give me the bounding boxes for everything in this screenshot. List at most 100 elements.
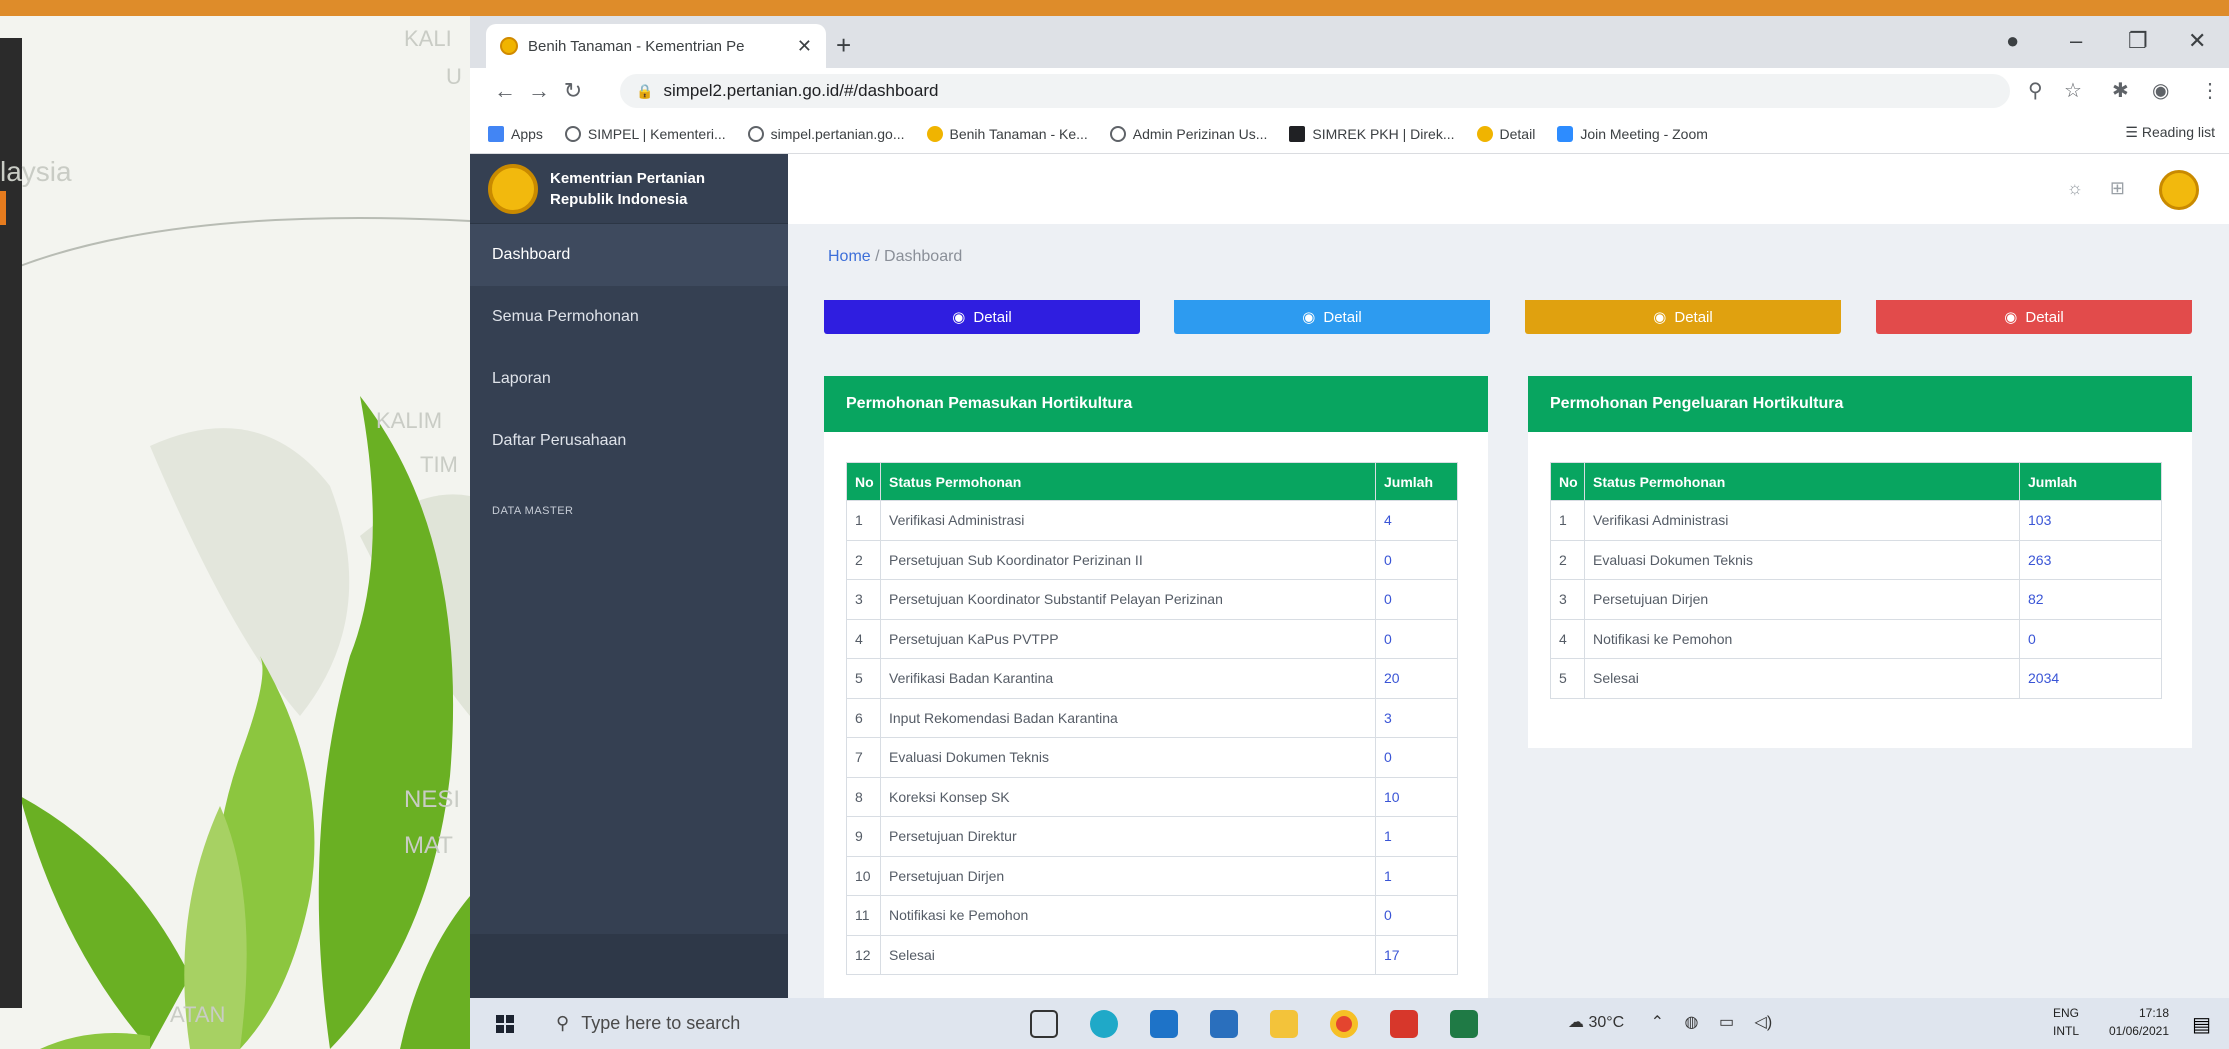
volume-icon[interactable]: ◁) bbox=[1755, 1014, 1773, 1031]
row-count[interactable]: 263 bbox=[2019, 539, 2162, 580]
back-icon[interactable]: ← bbox=[492, 78, 518, 104]
row-number: 4 bbox=[1550, 618, 1585, 659]
row-count[interactable]: 103 bbox=[2019, 500, 2162, 541]
taskbar-search[interactable]: ⚲ Type here to search bbox=[556, 1013, 740, 1034]
tab-strip: Benih Tanaman - Kementrian Pe ✕ + ● – ❐ … bbox=[470, 16, 2229, 68]
breadcrumb-home[interactable]: Home bbox=[828, 248, 871, 265]
row-count[interactable]: 0 bbox=[1375, 895, 1458, 936]
grid-menu-icon[interactable]: ⊞ bbox=[2110, 178, 2125, 199]
row-number: 3 bbox=[846, 579, 881, 620]
row-count[interactable]: 0 bbox=[1375, 618, 1458, 659]
zoom-icon[interactable]: ⚲ bbox=[2028, 78, 2043, 103]
maximize-button[interactable]: ❐ bbox=[2128, 28, 2148, 54]
detail-button[interactable]: ◉ Detail bbox=[1876, 300, 2192, 334]
close-tab-icon[interactable]: ✕ bbox=[797, 36, 812, 57]
profile-avatar-icon[interactable]: ◉ bbox=[2152, 78, 2169, 103]
chrome-icon[interactable] bbox=[1330, 1010, 1358, 1038]
menu-icon[interactable]: ⋮ bbox=[2200, 78, 2220, 103]
detail-button[interactable]: ◉ Detail bbox=[1525, 300, 1841, 334]
map-label: MAT bbox=[404, 832, 453, 859]
bookmark-item[interactable]: Join Meeting - Zoom bbox=[1557, 125, 1708, 142]
breadcrumb: Home / Dashboard bbox=[828, 248, 962, 266]
browser-toolbar: ← → ↻ 🔒 simpel2.pertanian.go.id/#/dashbo… bbox=[470, 68, 2229, 114]
tray-chevron-icon[interactable]: ⌃ bbox=[1651, 1014, 1664, 1031]
language-indicator[interactable]: ENG INTL bbox=[2053, 1004, 2079, 1040]
bookmark-item[interactable]: Detail bbox=[1476, 125, 1535, 142]
network-icon[interactable]: ◍ bbox=[1685, 1014, 1699, 1031]
column-header: No bbox=[846, 462, 881, 501]
row-status: Evaluasi Dokumen Teknis bbox=[1584, 539, 2020, 580]
row-count[interactable]: 1 bbox=[1375, 816, 1458, 857]
map-label: KALI bbox=[404, 26, 452, 51]
detail-button[interactable]: ◉ Detail bbox=[1174, 300, 1490, 334]
new-tab-button[interactable]: + bbox=[836, 30, 851, 61]
forward-icon[interactable]: → bbox=[526, 78, 552, 104]
bookmark-item[interactable]: Admin Perizinan Us... bbox=[1109, 125, 1267, 142]
sidebar-item-dashboard[interactable]: Dashboard bbox=[470, 224, 788, 286]
theme-toggle-icon[interactable]: ☼ bbox=[2067, 178, 2084, 199]
row-count[interactable]: 1 bbox=[1375, 855, 1458, 896]
sidebar-item-semua-permohonan[interactable]: Semua Permohonan bbox=[470, 286, 788, 348]
web-app: Kementrian Pertanian Republik Indonesia … bbox=[470, 154, 2229, 998]
eye-icon: ◉ bbox=[952, 309, 966, 326]
extensions-icon[interactable]: ✱ bbox=[2112, 78, 2129, 103]
weather-icon[interactable]: ☁ bbox=[1568, 1014, 1588, 1031]
eye-icon: ◉ bbox=[1653, 309, 1667, 326]
detail-button[interactable]: ◉ Detail bbox=[824, 300, 1140, 334]
bookmark-item[interactable]: Benih Tanaman - Ke... bbox=[926, 125, 1088, 142]
notifications-icon[interactable]: ▤ bbox=[2192, 1012, 2211, 1037]
row-count[interactable]: 2034 bbox=[2019, 658, 2162, 699]
search-placeholder: Type here to search bbox=[581, 1013, 741, 1033]
card-title: Permohonan Pemasukan Hortikultura bbox=[824, 376, 1488, 432]
table-row: 12 Selesai 17 bbox=[846, 934, 1458, 975]
battery-icon[interactable]: ▭ bbox=[1719, 1014, 1734, 1031]
store-icon[interactable] bbox=[1150, 1010, 1178, 1038]
brand-line-2: Republik Indonesia bbox=[550, 190, 688, 208]
row-status: Selesai bbox=[880, 934, 1376, 975]
sidebar-item-daftar-perusahaan[interactable]: Daftar Perusahaan bbox=[470, 410, 788, 472]
row-number: 10 bbox=[846, 855, 881, 896]
row-count[interactable]: 0 bbox=[1375, 737, 1458, 778]
windows-start-icon[interactable] bbox=[496, 1014, 514, 1033]
bookmark-item[interactable]: SIMREK PKH | Direk... bbox=[1289, 125, 1455, 142]
row-count[interactable]: 0 bbox=[2019, 618, 2162, 659]
reload-icon[interactable]: ↻ bbox=[560, 78, 586, 104]
row-count[interactable]: 4 bbox=[1375, 500, 1458, 541]
row-count[interactable]: 10 bbox=[1375, 776, 1458, 817]
user-avatar[interactable] bbox=[2159, 170, 2199, 210]
pdf-reader-icon[interactable] bbox=[1390, 1010, 1418, 1038]
file-explorer-icon[interactable] bbox=[1270, 1010, 1298, 1038]
row-status: Persetujuan Koordinator Substantif Pelay… bbox=[880, 579, 1376, 620]
row-number: 7 bbox=[846, 737, 881, 778]
task-view-icon[interactable] bbox=[1030, 1010, 1058, 1038]
column-header: No bbox=[1550, 462, 1585, 501]
row-status: Koreksi Konsep SK bbox=[880, 776, 1376, 817]
profile-icon[interactable]: ● bbox=[2006, 28, 2019, 54]
address-bar[interactable]: 🔒 simpel2.pertanian.go.id/#/dashboard bbox=[620, 74, 2010, 108]
system-tray: ☁ 30°C ⌃ ◍ ▭ ◁) bbox=[1568, 1012, 1772, 1032]
close-window-button[interactable]: ✕ bbox=[2188, 28, 2206, 54]
row-number: 9 bbox=[846, 816, 881, 857]
bookmark-item[interactable]: Apps bbox=[488, 125, 543, 142]
reading-list[interactable]: ☰ Reading list bbox=[2125, 124, 2215, 141]
brand[interactable]: Kementrian Pertanian Republik Indonesia bbox=[470, 154, 788, 224]
row-count[interactable]: 82 bbox=[2019, 579, 2162, 620]
bookmark-star-icon[interactable]: ☆ bbox=[2064, 78, 2082, 103]
bookmark-item[interactable]: simpel.pertanian.go... bbox=[747, 125, 905, 142]
row-count[interactable]: 17 bbox=[1375, 934, 1458, 975]
row-count[interactable]: 3 bbox=[1375, 697, 1458, 738]
sidebar-section-header[interactable]: DATA MASTER bbox=[470, 488, 788, 534]
row-count[interactable]: 0 bbox=[1375, 579, 1458, 620]
sidebar-item-laporan[interactable]: Laporan bbox=[470, 348, 788, 410]
edge-icon[interactable] bbox=[1090, 1010, 1118, 1038]
browser-tab[interactable]: Benih Tanaman - Kementrian Pe ✕ bbox=[486, 24, 826, 68]
excel-icon[interactable] bbox=[1450, 1010, 1478, 1038]
row-count[interactable]: 20 bbox=[1375, 658, 1458, 699]
minimize-button[interactable]: – bbox=[2070, 28, 2082, 54]
bookmark-item[interactable]: SIMPEL | Kementeri... bbox=[564, 125, 726, 142]
row-number: 1 bbox=[846, 500, 881, 541]
system-clock[interactable]: 17:18 01/06/2021 bbox=[2109, 1004, 2169, 1040]
row-number: 11 bbox=[846, 895, 881, 936]
row-count[interactable]: 0 bbox=[1375, 539, 1458, 580]
mail-icon[interactable] bbox=[1210, 1010, 1238, 1038]
